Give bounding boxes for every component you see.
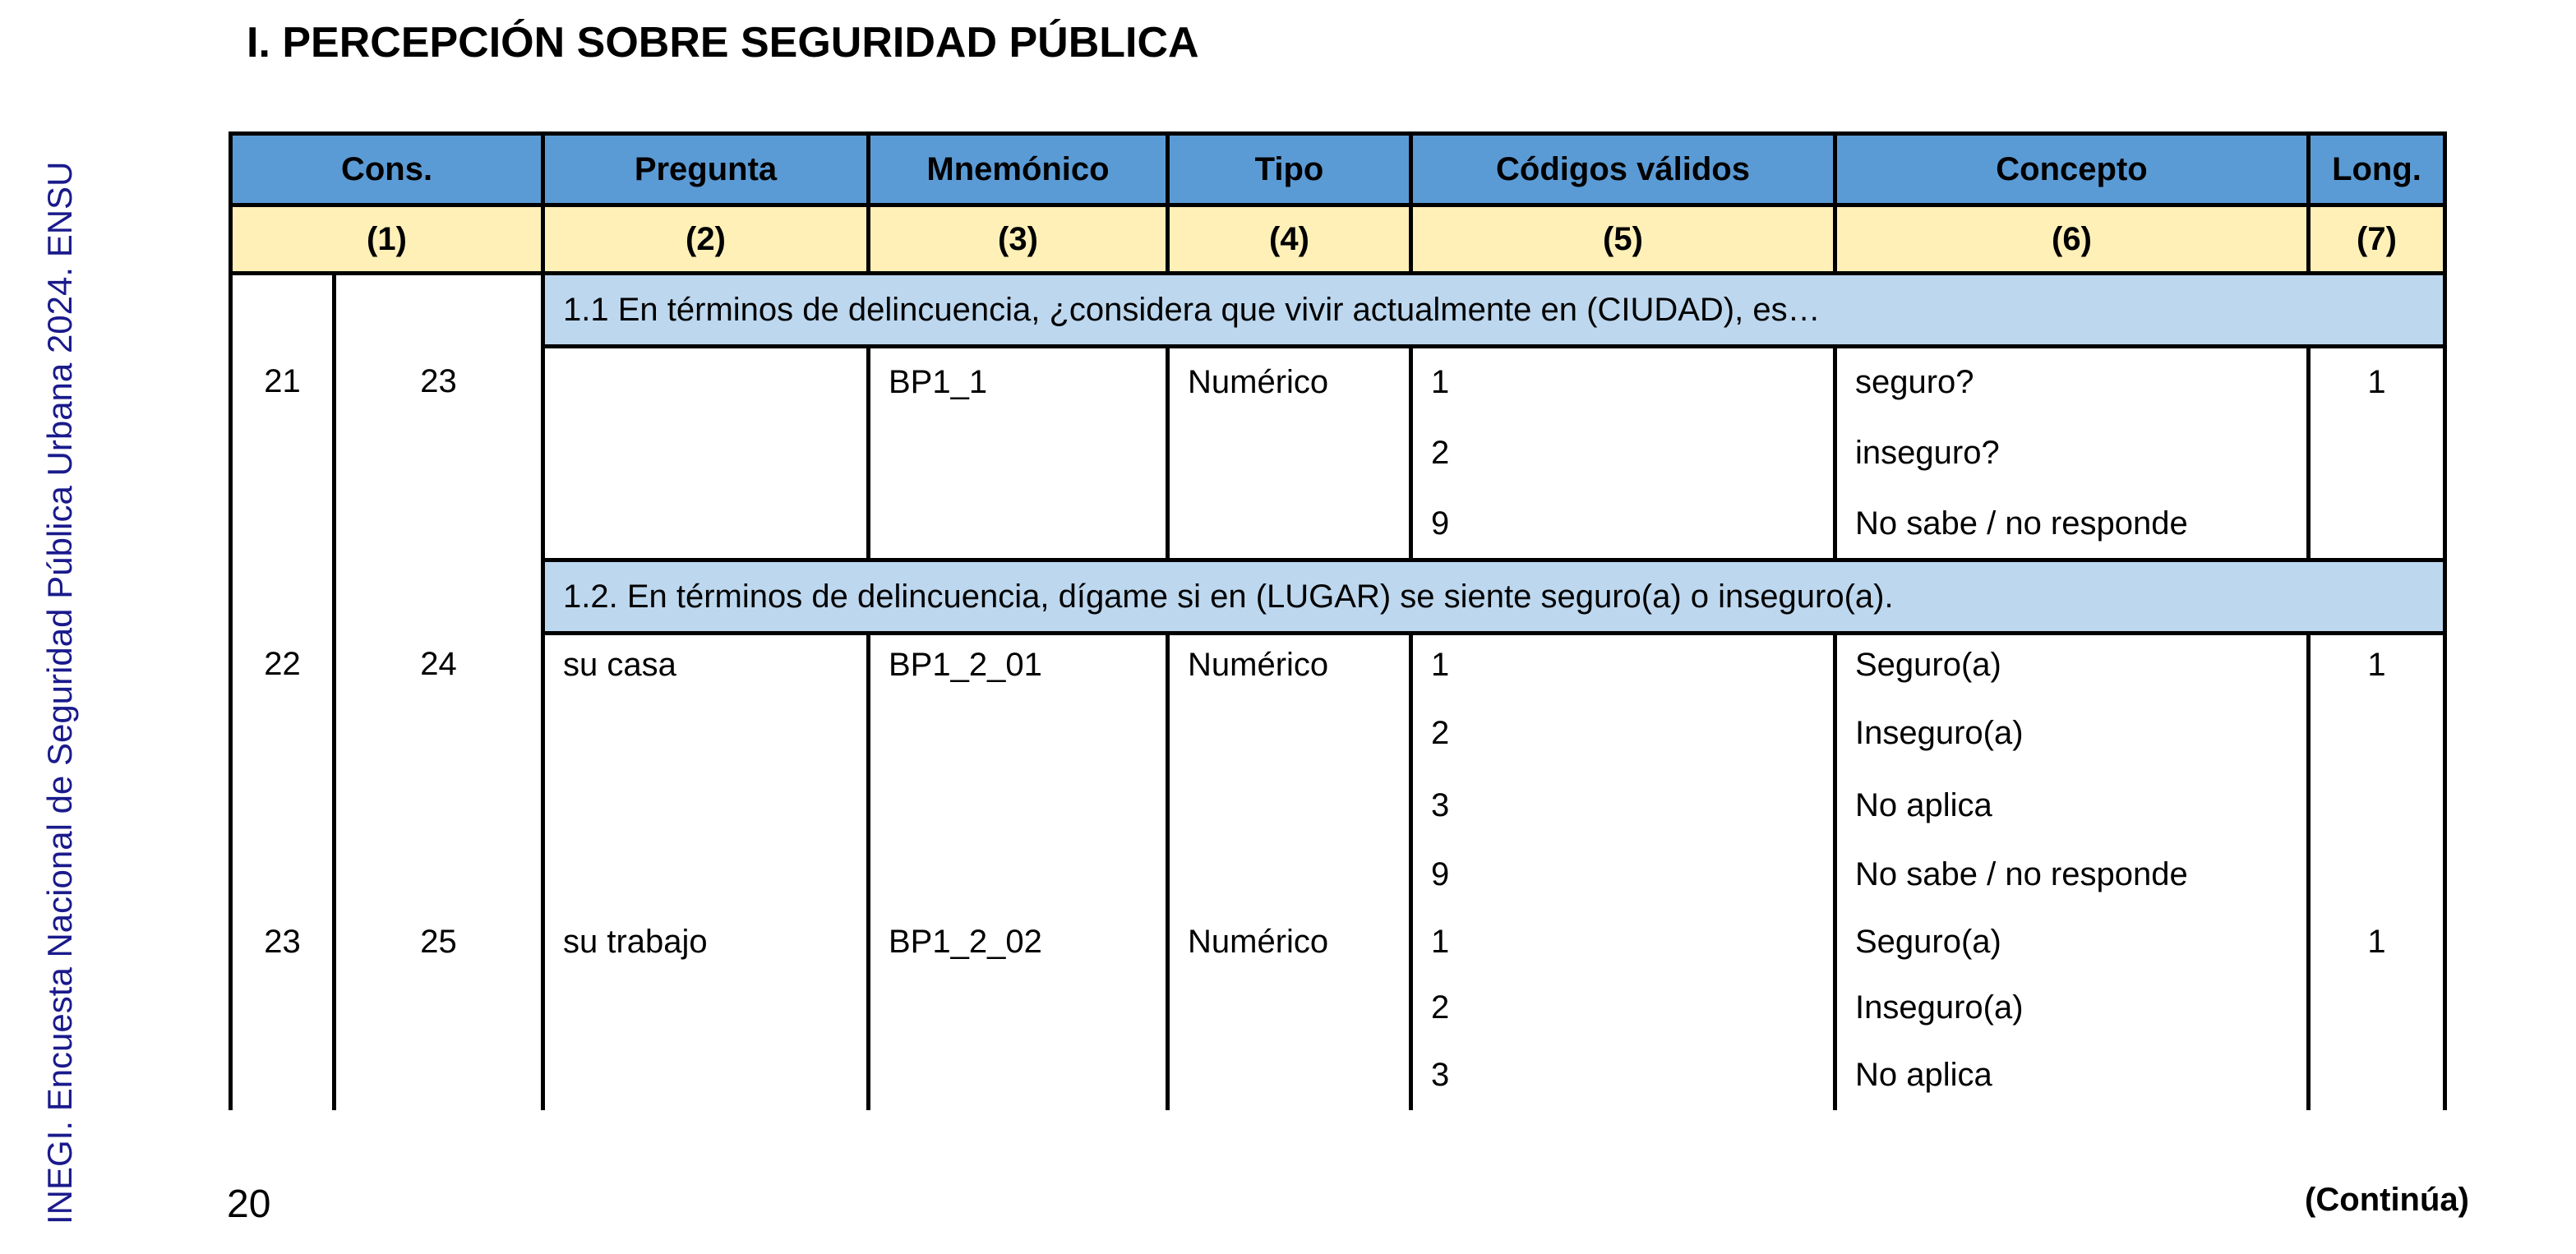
question-row-1-1: 1.1 En términos de delincuencia, ¿consid… [229, 271, 2447, 348]
table-row: 2 Inseguro(a) [229, 695, 2447, 772]
question-text-1-2: 1.2. En términos de delincuencia, dígame… [541, 558, 2447, 635]
codigo-cell: 9 [1410, 840, 1837, 910]
pregunta-cell: su trabajo [542, 909, 870, 975]
tipo-cell: Numérico [1167, 346, 1413, 417]
table-row: 21 23 BP1_1 Numérico 1 seguro? 1 [229, 346, 2447, 417]
long-cell: 1 [2308, 633, 2447, 696]
question-text-1-1: 1.1 En términos de delincuencia, ¿consid… [541, 271, 2447, 348]
pregunta-cell: su casa [542, 633, 870, 696]
table-row: 2 inseguro? [229, 417, 2447, 490]
cons-2: 25 [332, 909, 545, 975]
codigo-cell: 3 [1410, 1040, 1837, 1110]
header-mnemonico: Mnemónico [866, 131, 1170, 207]
header-row: Cons. Pregunta Mnemónico Tipo Códigos vá… [229, 131, 2447, 207]
header-pregunta: Pregunta [541, 131, 870, 207]
pregunta-cell [542, 346, 870, 417]
codigo-cell: 3 [1410, 771, 1837, 841]
concepto-cell: Inseguro(a) [1835, 975, 2311, 1041]
header-number-6: (6) [1833, 203, 2311, 275]
header-codigos: Códigos válidos [1409, 131, 1837, 207]
header-number-row: (1) (2) (3) (4) (5) (6) (7) [229, 203, 2447, 275]
cons-2: 24 [332, 633, 545, 696]
codigo-cell: 1 [1410, 346, 1837, 417]
table-row: 22 24 su casa BP1_2_01 Numérico 1 Seguro… [229, 633, 2447, 696]
table-row: 23 25 su trabajo BP1_2_02 Numérico 1 Seg… [229, 909, 2447, 975]
concepto-cell: No sabe / no responde [1835, 840, 2311, 910]
table-row: 9 No sabe / no responde [229, 489, 2447, 560]
concepto-cell: Seguro(a) [1835, 909, 2311, 975]
long-cell: 1 [2308, 346, 2447, 417]
mnemonico-cell: BP1_1 [868, 346, 1170, 417]
codigo-cell: 2 [1410, 975, 1837, 1041]
concepto-cell: seguro? [1835, 346, 2311, 417]
codigo-cell: 1 [1410, 909, 1837, 975]
cons-2: 23 [332, 346, 545, 417]
data-dictionary-table: Cons. Pregunta Mnemónico Tipo Códigos vá… [229, 131, 2447, 1110]
codigo-cell: 1 [1410, 633, 1837, 696]
cons-1: 21 [229, 346, 335, 417]
header-number-1: (1) [229, 203, 545, 275]
header-number-3: (3) [866, 203, 1170, 275]
codigo-cell: 9 [1410, 489, 1837, 560]
header-long: Long. [2306, 131, 2447, 207]
table-row: 3 No aplica [229, 771, 2447, 841]
continua-label: (Continúa) [2305, 1182, 2469, 1218]
table-row: 2 Inseguro(a) [229, 975, 2447, 1041]
page-number: 20 [227, 1183, 271, 1226]
header-number-4: (4) [1166, 203, 1413, 275]
concepto-cell: No sabe / no responde [1835, 489, 2311, 560]
side-caption: INEGI. Encuesta Nacional de Seguridad Pú… [40, 161, 79, 1224]
table-row: 9 No sabe / no responde [229, 840, 2447, 910]
concepto-cell: inseguro? [1835, 417, 2311, 490]
concepto-cell: Seguro(a) [1835, 633, 2311, 696]
header-cons: Cons. [229, 131, 545, 207]
question-row-1-2: 1.2. En términos de delincuencia, dígame… [229, 558, 2447, 635]
codigo-cell: 2 [1410, 695, 1837, 772]
concepto-cell: No aplica [1835, 1040, 2311, 1110]
tipo-cell: Numérico [1167, 909, 1413, 975]
header-number-5: (5) [1409, 203, 1837, 275]
concepto-cell: No aplica [1835, 771, 2311, 841]
header-number-2: (2) [541, 203, 870, 275]
concepto-cell: Inseguro(a) [1835, 695, 2311, 772]
mnemonico-cell: BP1_2_02 [868, 909, 1170, 975]
long-cell: 1 [2308, 909, 2447, 975]
cons-1: 23 [229, 909, 335, 975]
header-concepto: Concepto [1833, 131, 2311, 207]
mnemonico-cell: BP1_2_01 [868, 633, 1170, 696]
section-title: I. PERCEPCIÓN SOBRE SEGURIDAD PÚBLICA [247, 19, 1199, 67]
cons-1: 22 [229, 633, 335, 696]
header-tipo: Tipo [1166, 131, 1413, 207]
tipo-cell: Numérico [1167, 633, 1413, 696]
table-row: 3 No aplica [229, 1040, 2447, 1110]
codigo-cell: 2 [1410, 417, 1837, 490]
header-number-7: (7) [2306, 203, 2447, 275]
